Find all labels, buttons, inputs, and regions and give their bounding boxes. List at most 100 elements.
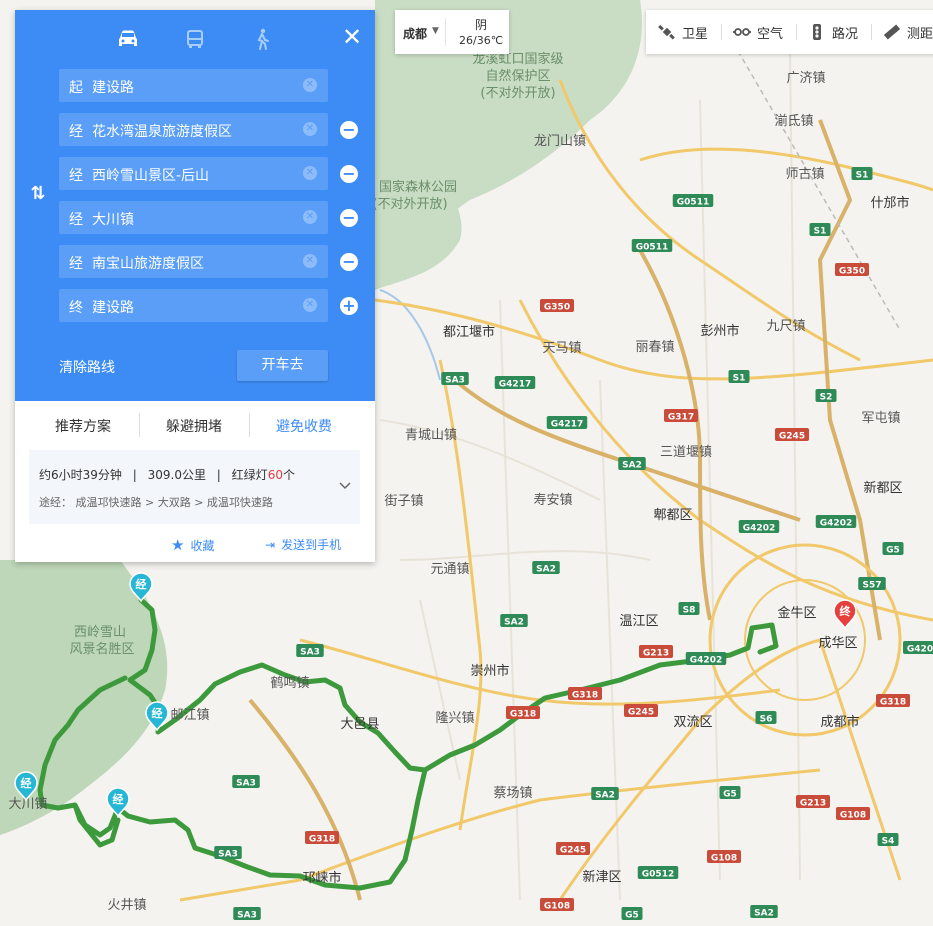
bus-icon[interactable] [182, 26, 208, 52]
place-label: 火井镇 [107, 898, 146, 913]
start-driving-button[interactable]: 开车去 [237, 350, 328, 381]
road-number-text: S1 [856, 171, 869, 181]
clear-input-icon[interactable]: ✕ [303, 254, 317, 268]
road-number-badge: G4217 [546, 416, 588, 430]
place-label: 鹤鸣镇 [270, 675, 309, 691]
road-number-text: G4202 [743, 524, 775, 534]
clear-input-icon[interactable]: ✕ [303, 298, 317, 312]
road-number-text: S2 [820, 393, 833, 403]
place-label: 新津区 [582, 869, 621, 885]
remove-stop-icon[interactable]: − [340, 165, 358, 183]
measure-button[interactable]: 测距 [883, 10, 933, 54]
swap-direction-icon[interactable]: ⇅ [27, 183, 49, 205]
road-number-badge: S4 [877, 833, 899, 847]
stop-type-label: 终 [69, 300, 83, 316]
route-stop-input[interactable]: 经南宝山旅游度假区 ✕ [59, 245, 328, 278]
remove-stop-icon[interactable]: − [340, 209, 358, 227]
road-number-badge: G245 [775, 428, 809, 442]
route-stop-input[interactable]: 起建设路 ✕ [59, 69, 328, 102]
favorite-button[interactable]: ★ 收藏 [171, 536, 214, 554]
weather-widget: 成都 ▼ 阴 26/36℃ [395, 10, 509, 54]
road-number-badge: SA3 [214, 846, 242, 860]
tab-avoid-tolls[interactable]: 避免收费 [276, 416, 332, 436]
stop-name: 花水湾温泉旅游度假区 [92, 124, 232, 140]
place-label: 大川镇 [8, 797, 47, 812]
road-number-text: G317 [668, 413, 694, 423]
place-label: 邮江镇 [170, 708, 209, 723]
remove-stop-icon[interactable]: − [340, 253, 358, 271]
measure-label: 测距 [907, 26, 933, 42]
road-number-badge: SA2 [500, 614, 528, 628]
traffic-button[interactable]: 路况 [808, 10, 858, 54]
clear-input-icon[interactable]: ✕ [303, 210, 317, 224]
place-label: 丽春镇 [635, 340, 674, 355]
route-summary[interactable]: 约6小时39分钟 | 309.0公里 | 红绿灯60个 途经： 成温邛快速路 >… [29, 450, 360, 524]
road-number-badge: S1 [851, 167, 873, 181]
road-number-badge: S6 [755, 711, 777, 725]
road-number-text: G4202 [690, 656, 722, 666]
traffic-lights-suffix: 个 [282, 468, 295, 482]
stop-type-label: 经 [69, 256, 83, 272]
air-quality-button[interactable]: 空气 [733, 10, 783, 54]
road-number-badge: S57 [858, 577, 886, 591]
tab-recommended[interactable]: 推荐方案 [55, 416, 111, 436]
caret-down-icon[interactable]: ▼ [432, 26, 439, 36]
road-number-text: G4202 [820, 519, 852, 529]
place-label: 温江区 [619, 614, 658, 629]
weather-temperature: 26/36℃ [459, 34, 504, 47]
toolbar-divider [721, 24, 722, 40]
place-label: 国家森林公园 [379, 179, 457, 195]
car-icon[interactable] [115, 26, 141, 52]
route-stop-input[interactable]: 经花水湾温泉旅游度假区 ✕ [59, 113, 328, 146]
route-via-roads: 途经： 成温邛快速路 > 大双路 > 成温邛快速路 [39, 496, 273, 509]
place-label: 街子镇 [384, 494, 423, 509]
place-label: 大邑县 [340, 717, 379, 732]
place-label: 军屯镇 [861, 411, 900, 426]
route-stop-input[interactable]: 终建设路 ✕ [59, 289, 328, 322]
road-number-badge: G108 [707, 850, 741, 864]
place-label: 广济镇 [786, 71, 825, 86]
road-number-badge: S2 [815, 389, 837, 403]
place-label: 蔡场镇 [493, 786, 532, 801]
road-number-text: S1 [814, 227, 827, 237]
road-number-badge: G317 [664, 409, 698, 423]
road-number-text: G318 [309, 835, 335, 845]
road-number-badge: SA2 [591, 787, 619, 801]
road-number-text: S6 [760, 715, 773, 725]
road-number-badge: G245 [624, 704, 658, 718]
stop-name: 建设路 [92, 300, 134, 316]
road-number-text: SA2 [504, 618, 524, 628]
add-stop-icon[interactable]: + [340, 297, 358, 315]
clear-input-icon[interactable]: ✕ [303, 166, 317, 180]
road-number-text: SA2 [622, 461, 642, 471]
close-icon[interactable]: ✕ [339, 24, 365, 50]
place-label: (不对外开放) [480, 86, 555, 101]
clear-input-icon[interactable]: ✕ [303, 78, 317, 92]
air-icon [733, 28, 751, 36]
place-label: 金牛区 [777, 605, 816, 621]
route-panel: ✕ ⇅ 起建设路 ✕ 经花水湾温泉旅游度假区 ✕ − 经西岭雪山景区-后山 ✕ − 经大川镇 ✕ −… [15, 10, 375, 562]
send-to-phone-button[interactable]: ⇥ 发送到手机 [265, 536, 341, 553]
walk-icon[interactable] [249, 26, 275, 52]
satellite-button[interactable]: 卫星 [658, 10, 708, 54]
route-stop-input[interactable]: 经西岭雪山景区-后山 ✕ [59, 157, 328, 190]
road-number-text: G0511 [636, 243, 668, 253]
road-number-badge: G108 [836, 807, 870, 821]
remove-stop-icon[interactable]: − [340, 121, 358, 139]
clear-route-button[interactable]: 清除路线 [59, 357, 115, 377]
route-stop-input[interactable]: 经大川镇 ✕ [59, 201, 328, 234]
clear-input-icon[interactable]: ✕ [303, 122, 317, 136]
stop-type-label: 起 [69, 80, 83, 96]
road-number-text: G318 [510, 710, 536, 720]
road-number-text: G4217 [499, 380, 531, 390]
city-selector[interactable]: 成都 [403, 25, 427, 42]
road-number-text: G5 [886, 546, 900, 556]
road-number-text: SA2 [595, 791, 615, 801]
road-number-badge: SA3 [296, 644, 324, 658]
road-number-badge: G318 [568, 687, 602, 701]
road-number-text: SA3 [445, 376, 465, 386]
place-label: 三道堰镇 [660, 445, 712, 460]
weather-condition: 阴 [475, 18, 488, 32]
tab-avoid-congestion[interactable]: 躲避拥堵 [166, 416, 222, 436]
chevron-down-icon[interactable] [338, 478, 352, 492]
